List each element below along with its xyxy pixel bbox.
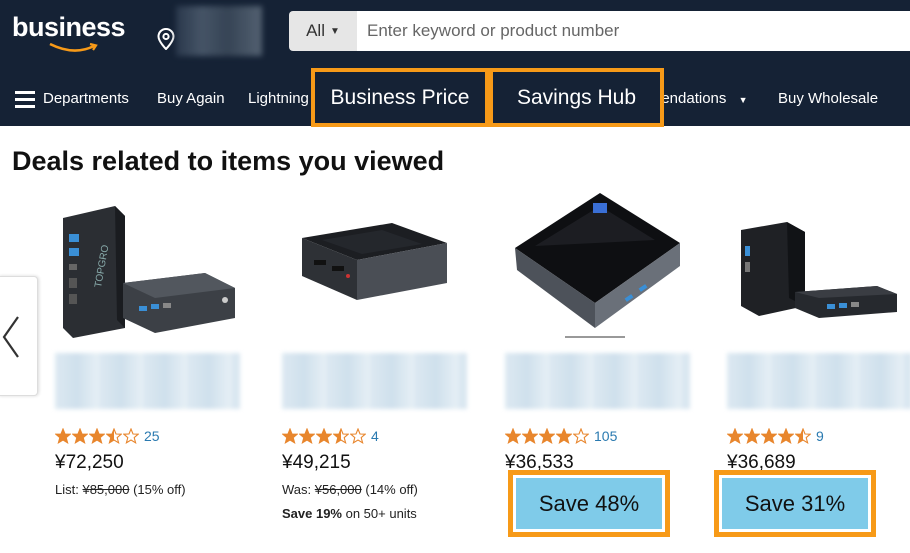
star-empty-icon — [350, 428, 366, 444]
star-full-icon — [556, 428, 572, 444]
save-badge-label: Save 31% — [722, 478, 868, 529]
star-full-icon — [89, 428, 105, 444]
star-full-icon — [72, 428, 88, 444]
nav-departments[interactable]: Departments — [43, 90, 129, 107]
nav-recommendations-label: nendations — [653, 90, 727, 107]
nav-savings-hub-label: Savings Hub — [516, 85, 637, 109]
was-price-prefix: Was: — [282, 482, 315, 497]
star-full-icon — [522, 428, 538, 444]
product-image[interactable] — [727, 188, 910, 338]
product-card[interactable]: 4 ¥49,215 Was: ¥56,000 (14% off) Save 19… — [282, 188, 482, 553]
chevron-left-icon — [2, 316, 19, 358]
list-price-value: ¥85,000 — [82, 482, 130, 497]
chevron-down-icon: ▼ — [330, 25, 340, 37]
product-price: ¥49,215 — [282, 452, 351, 473]
product-image[interactable] — [505, 188, 695, 338]
product-title-redacted[interactable] — [727, 353, 910, 409]
list-price: List: ¥85,000 (15% off) — [55, 482, 186, 497]
business-logo[interactable]: business — [12, 12, 126, 43]
was-price: Was: ¥56,000 (14% off) — [282, 482, 418, 497]
star-full-icon — [727, 428, 743, 444]
search-input[interactable] — [357, 11, 910, 51]
star-full-icon — [505, 428, 521, 444]
bulk-promo-save: Save 19% — [282, 506, 342, 521]
carousel-prev-button[interactable] — [0, 276, 38, 396]
product-price: ¥72,250 — [55, 452, 124, 473]
location-pin-icon[interactable] — [157, 28, 175, 50]
nav-business-price[interactable]: Business Price — [311, 68, 489, 127]
save-badge[interactable]: Save 48% — [508, 470, 670, 537]
save-badge[interactable]: Save 31% — [714, 470, 876, 537]
star-full-icon — [55, 428, 71, 444]
search-bar: All ▼ — [289, 11, 910, 51]
chevron-down-icon: ▼ — [738, 95, 748, 105]
product-image[interactable]: TOPGRO — [55, 188, 245, 338]
bulk-promo: Save 19% on 50+ units — [282, 506, 417, 521]
star-full-icon — [282, 428, 298, 444]
star-full-icon — [299, 428, 315, 444]
bulk-promo-detail: on 50+ units — [342, 506, 417, 521]
review-count[interactable]: 9 — [816, 428, 824, 444]
section-title: Deals related to items you viewed — [12, 146, 445, 176]
star-full-icon — [316, 428, 332, 444]
star-empty-icon — [573, 428, 589, 444]
star-full-icon — [744, 428, 760, 444]
list-price-prefix: List: — [55, 482, 83, 497]
product-title-redacted[interactable] — [282, 353, 467, 409]
rating-stars[interactable]: 9 — [727, 428, 824, 444]
star-full-icon — [761, 428, 777, 444]
review-count[interactable]: 4 — [371, 428, 379, 444]
hamburger-menu-icon[interactable] — [15, 91, 35, 108]
delivery-location-redacted[interactable] — [176, 6, 262, 56]
nav-business-price-label: Business Price — [330, 85, 470, 109]
discount-percent: (15% off) — [129, 482, 186, 497]
review-count[interactable]: 105 — [594, 428, 617, 444]
nav-savings-hub[interactable]: Savings Hub — [489, 68, 664, 127]
star-half-icon — [333, 428, 349, 444]
star-half-icon — [795, 428, 811, 444]
nav-buy-wholesale[interactable]: Buy Wholesale — [778, 90, 878, 107]
product-image[interactable] — [282, 188, 472, 338]
nav-recommendations[interactable]: nendations ▼ — [653, 90, 748, 107]
nav-lightning[interactable]: Lightning — [248, 90, 309, 107]
product-title-redacted[interactable] — [505, 353, 690, 409]
top-header: business All ▼ — [0, 0, 910, 68]
search-category-dropdown[interactable]: All ▼ — [289, 11, 357, 51]
product-card[interactable]: TOPGRO 25 ¥72,250 List: ¥85,000 (15% off… — [55, 188, 255, 553]
discount-percent: (14% off) — [361, 482, 418, 497]
search-category-label: All — [306, 21, 325, 40]
rating-stars[interactable]: 4 — [282, 428, 379, 444]
star-half-icon — [106, 428, 122, 444]
star-full-icon — [778, 428, 794, 444]
star-full-icon — [539, 428, 555, 444]
save-badge-label: Save 48% — [516, 478, 662, 529]
rating-stars[interactable]: 105 — [505, 428, 617, 444]
star-empty-icon — [123, 428, 139, 444]
product-title-redacted[interactable] — [55, 353, 240, 409]
was-price-value: ¥56,000 — [314, 482, 362, 497]
logo-smile-icon — [49, 42, 98, 52]
review-count[interactable]: 25 — [144, 428, 160, 444]
rating-stars[interactable]: 25 — [55, 428, 160, 444]
nav-buy-again[interactable]: Buy Again — [157, 90, 225, 107]
